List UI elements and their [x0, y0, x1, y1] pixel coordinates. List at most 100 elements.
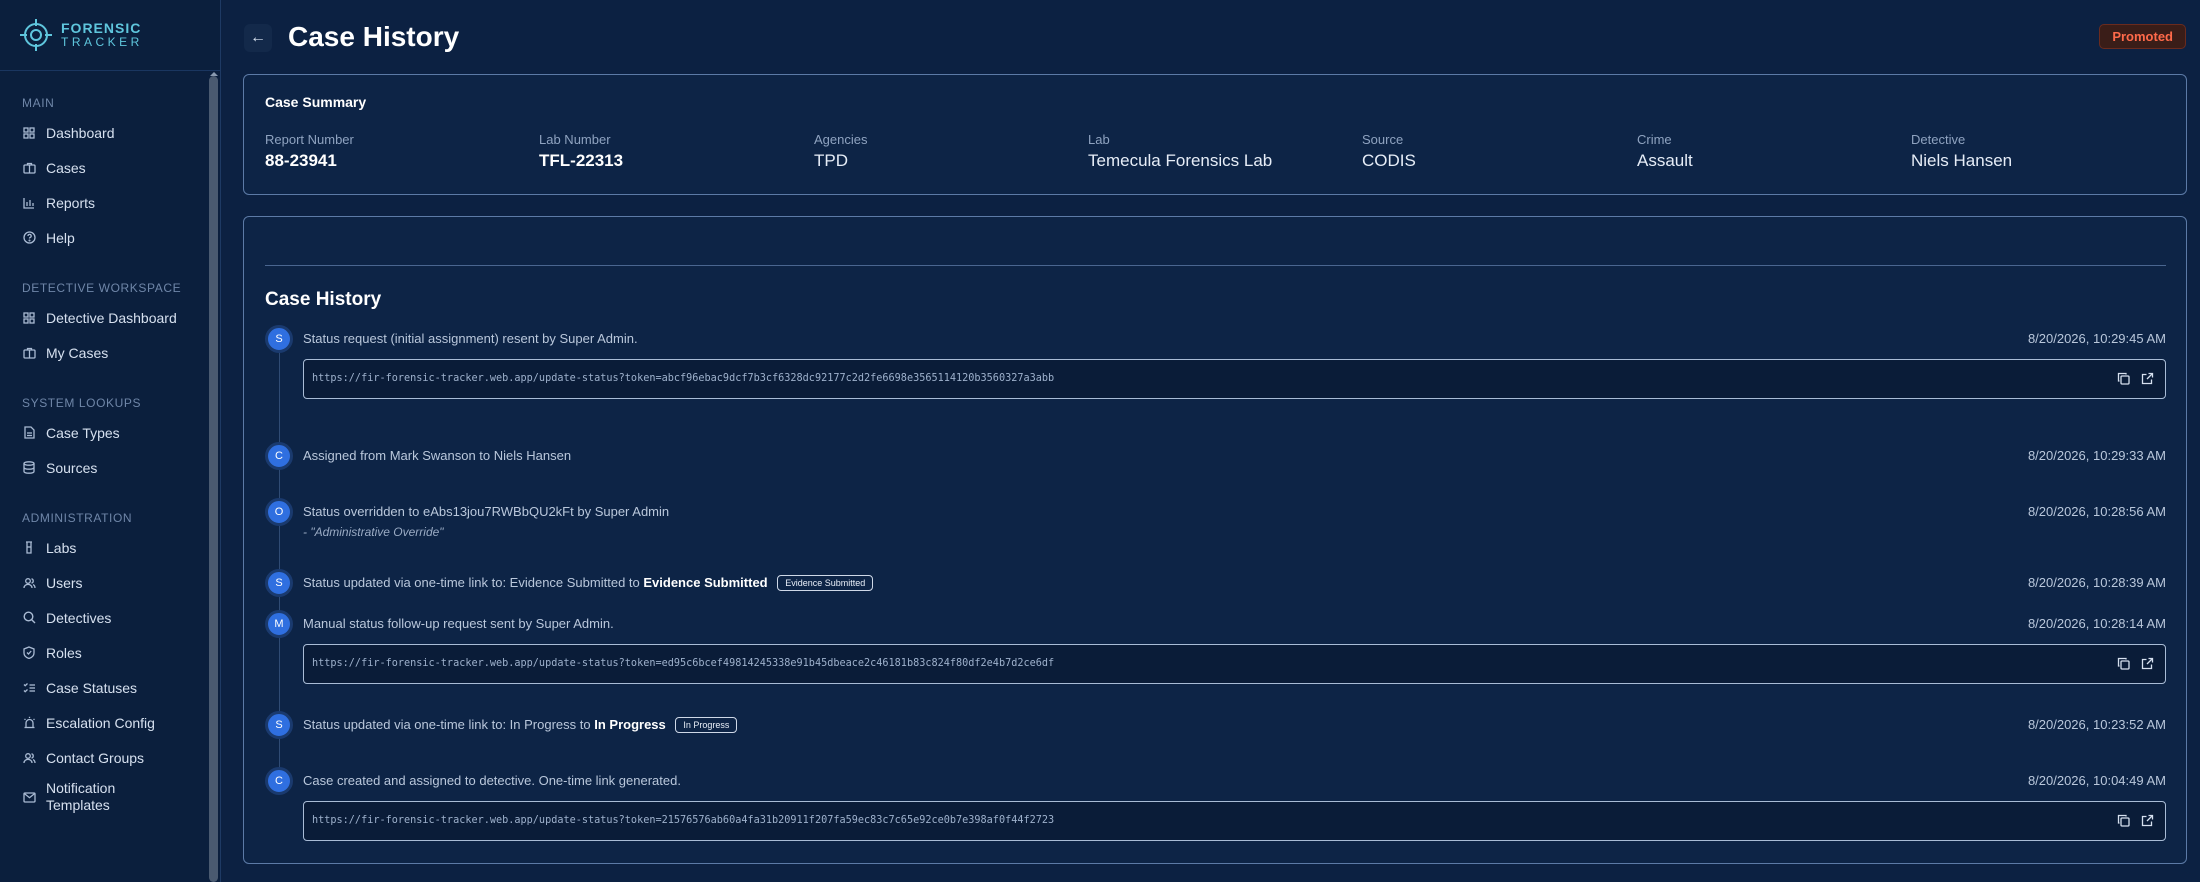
event-timestamp: 8/20/2026, 10:29:33 AM [2027, 448, 2166, 463]
sidebar-item-labs[interactable]: Labs [0, 530, 220, 565]
mail-icon [22, 790, 36, 804]
field-value: TPD [814, 151, 848, 170]
case-summary-title: Case Summary [265, 94, 367, 110]
event-description: Status overridden to eAbs13jou7RWBbQU2kF… [303, 504, 670, 519]
help-circle-icon [22, 231, 36, 245]
sidebar-item-label: Labs [46, 539, 77, 556]
sidebar-item-label: My Cases [46, 344, 109, 361]
sidebar-item-detectives[interactable]: Detectives [0, 600, 220, 635]
sidebar-nav: MAIN Dashboard Cases Reports Help DETECT… [0, 71, 220, 819]
sidebar-item-my-cases[interactable]: My Cases [0, 335, 220, 370]
copy-icon[interactable] [2117, 814, 2131, 828]
one-time-link-box: https://fir-forensic-tracker.web.app/upd… [303, 359, 2166, 399]
summary-field-detective: Detective Niels Hansen [1911, 132, 2012, 171]
divider [265, 265, 2166, 266]
siren-icon [22, 716, 36, 730]
event-avatar: C [265, 442, 293, 470]
status-badge: Promoted [2099, 24, 2186, 49]
summary-field-agencies: Agencies TPD [814, 132, 867, 171]
sidebar-item-roles[interactable]: Roles [0, 635, 220, 670]
copy-icon[interactable] [2117, 372, 2131, 386]
arrow-left-icon: ← [250, 29, 266, 46]
one-time-link-box: https://fir-forensic-tracker.web.app/upd… [303, 801, 2166, 841]
sidebar-scrollbar[interactable] [209, 76, 218, 882]
field-value: Assault [1637, 151, 1693, 170]
field-label: Lab [1088, 132, 1110, 147]
field-label: Agencies [814, 132, 868, 147]
field-value: CODIS [1362, 151, 1416, 170]
event-timestamp: 8/20/2026, 10:04:49 AM [2027, 773, 2166, 788]
sidebar-item-label: Case Types [46, 424, 120, 441]
event-timestamp: 8/20/2026, 10:28:39 AM [2027, 575, 2166, 590]
event-timestamp: 8/20/2026, 10:29:45 AM [2027, 331, 2166, 346]
bar-chart-icon [22, 196, 36, 210]
external-link-icon[interactable] [2141, 814, 2155, 828]
status-badge: In Progress [675, 717, 738, 733]
grid-icon [22, 126, 36, 140]
sidebar-item-sources[interactable]: Sources [0, 450, 220, 485]
external-link-icon[interactable] [2141, 372, 2155, 386]
field-value: Niels Hansen [1911, 151, 2013, 170]
case-history-card: Case History S Status request (initial a… [243, 216, 2187, 864]
event-timestamp: 8/20/2026, 10:28:56 AM [2027, 504, 2166, 519]
field-label: Detective [1911, 132, 1966, 147]
event-description: Assigned from Mark Swanson to Niels Hans… [303, 448, 572, 463]
sidebar-item-label: Sources [46, 459, 98, 476]
briefcase-icon [22, 161, 36, 175]
field-label: Report Number [265, 132, 354, 147]
event-description: Status request (initial assignment) rese… [303, 331, 638, 346]
field-value: TFL-22313 [539, 151, 624, 170]
summary-field-source: Source CODIS [1362, 132, 1416, 171]
nav-section-main: MAIN [22, 96, 55, 110]
sidebar-item-label: Detectives [46, 609, 112, 626]
sidebar-item-label: Roles [46, 644, 82, 661]
sidebar-item-label: Help [46, 229, 75, 246]
crosshair-logo-icon [19, 18, 53, 52]
event-description-row: Status updated via one-time link to: Evi… [303, 575, 874, 591]
one-time-link-url[interactable]: https://fir-forensic-tracker.web.app/upd… [312, 373, 1054, 384]
sidebar-item-contact-groups[interactable]: Contact Groups [0, 740, 220, 775]
nav-section-admin: ADMINISTRATION [22, 511, 133, 525]
sidebar-item-notification-templates[interactable]: Notification Templates [0, 775, 220, 819]
event-avatar: M [265, 610, 293, 638]
flask-icon [22, 541, 36, 555]
sidebar-item-users[interactable]: Users [0, 565, 220, 600]
event-new-status: In Progress [594, 717, 666, 732]
sidebar-item-cases[interactable]: Cases [0, 150, 220, 185]
back-button[interactable]: ← [244, 24, 272, 52]
case-summary-card: Case Summary Report Number 88-23941 Lab … [243, 74, 2187, 195]
users-icon [22, 751, 36, 765]
event-description: Manual status follow-up request sent by … [303, 616, 614, 631]
sidebar-item-escalation-config[interactable]: Escalation Config [0, 705, 220, 740]
external-link-icon[interactable] [2141, 657, 2155, 671]
sidebar-item-detective-dashboard[interactable]: Detective Dashboard [0, 300, 220, 335]
sidebar-item-label: Cases [46, 159, 86, 176]
database-icon [22, 461, 36, 475]
nav-section-detective: DETECTIVE WORKSPACE [22, 281, 182, 295]
sidebar-item-case-statuses[interactable]: Case Statuses [0, 670, 220, 705]
grid-icon [22, 311, 36, 325]
sidebar-item-label: Detective Dashboard [46, 309, 177, 326]
one-time-link-url[interactable]: https://fir-forensic-tracker.web.app/upd… [312, 658, 1054, 669]
copy-icon[interactable] [2117, 657, 2131, 671]
sidebar-item-dashboard[interactable]: Dashboard [0, 115, 220, 150]
brand-line2: TRACKER [61, 35, 143, 49]
sidebar-item-label: Notification Templates [46, 780, 116, 813]
case-history-title: Case History [265, 289, 382, 310]
page-title: Case History [288, 21, 460, 52]
one-time-link-url[interactable]: https://fir-forensic-tracker.web.app/upd… [312, 815, 1054, 826]
sidebar-item-reports[interactable]: Reports [0, 185, 220, 220]
sidebar-item-help[interactable]: Help [0, 220, 220, 255]
summary-field-report-number: Report Number 88-23941 [265, 132, 354, 171]
list-check-icon [22, 681, 36, 695]
sidebar-item-case-types[interactable]: Case Types [0, 415, 220, 450]
event-description: Status updated via one-time link to: In … [303, 717, 591, 732]
sidebar-item-label: Case Statuses [46, 679, 138, 696]
brand-logo[interactable]: FORENSIC TRACKER [0, 0, 220, 71]
field-label: Lab Number [539, 132, 611, 147]
field-label: Source [1362, 132, 1404, 147]
event-description: Case created and assigned to detective. … [303, 773, 681, 788]
users-icon [22, 576, 36, 590]
search-icon [22, 611, 36, 625]
summary-field-lab: Lab Temecula Forensics Lab [1088, 132, 1272, 171]
